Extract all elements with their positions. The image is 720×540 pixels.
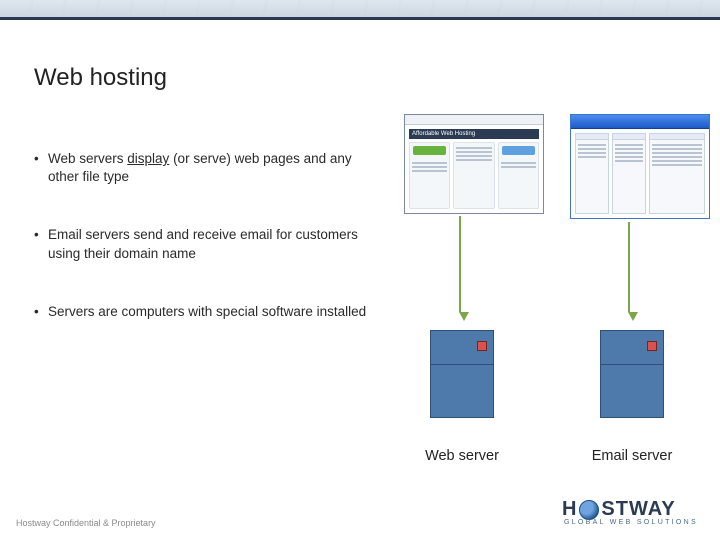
bullet-text: Servers are computers with special softw… (48, 303, 366, 321)
email-client-screenshot (570, 114, 710, 219)
reading-pane (649, 133, 705, 214)
brand-tagline: GLOBAL WEB SOLUTIONS (562, 519, 698, 526)
bullet-dot: • (34, 150, 48, 186)
bullet-item: • Servers are computers with special sof… (34, 303, 374, 321)
bullet-text: Web servers display (or serve) web pages… (48, 150, 374, 186)
message-list-pane (612, 133, 646, 214)
browser-chrome (405, 115, 543, 125)
slide-title: Web hosting (34, 64, 167, 92)
power-light-icon (647, 341, 657, 351)
top-decoration-bar (0, 0, 720, 20)
slide: Web hosting • Web servers display (or se… (0, 20, 720, 540)
underlined-word: display (127, 151, 169, 166)
bullet-dot: • (34, 226, 48, 262)
thumbnail-banner: Affordable Web Hosting (409, 129, 539, 139)
thumbnail-column (498, 142, 539, 209)
web-server-label: Web server (382, 448, 542, 464)
brand-logo: H STWAY GLOBAL WEB SOLUTIONS (562, 498, 698, 526)
server-tower-icon (600, 330, 664, 418)
confidential-footer: Hostway Confidential & Proprietary (16, 518, 156, 528)
brand-text: STWAY (601, 498, 675, 521)
server-tower-icon (430, 330, 494, 418)
bullet-dot: • (34, 303, 48, 321)
bullet-item: • Email servers send and receive email f… (34, 226, 374, 262)
thumbnail-column (409, 142, 450, 209)
webpage-screenshot: Affordable Web Hosting (404, 114, 544, 214)
power-light-icon (477, 341, 487, 351)
folder-pane (575, 133, 609, 214)
bullet-text: Email servers send and receive email for… (48, 226, 374, 262)
bullet-list: • Web servers display (or serve) web pag… (34, 150, 374, 361)
window-titlebar (571, 115, 709, 129)
text-fragment: Web servers (48, 151, 127, 166)
globe-icon (579, 500, 599, 520)
bullet-item: • Web servers display (or serve) web pag… (34, 150, 374, 186)
thumbnail-column (453, 142, 494, 209)
email-server-label: Email server (552, 448, 712, 464)
brand-text: H (562, 498, 577, 521)
